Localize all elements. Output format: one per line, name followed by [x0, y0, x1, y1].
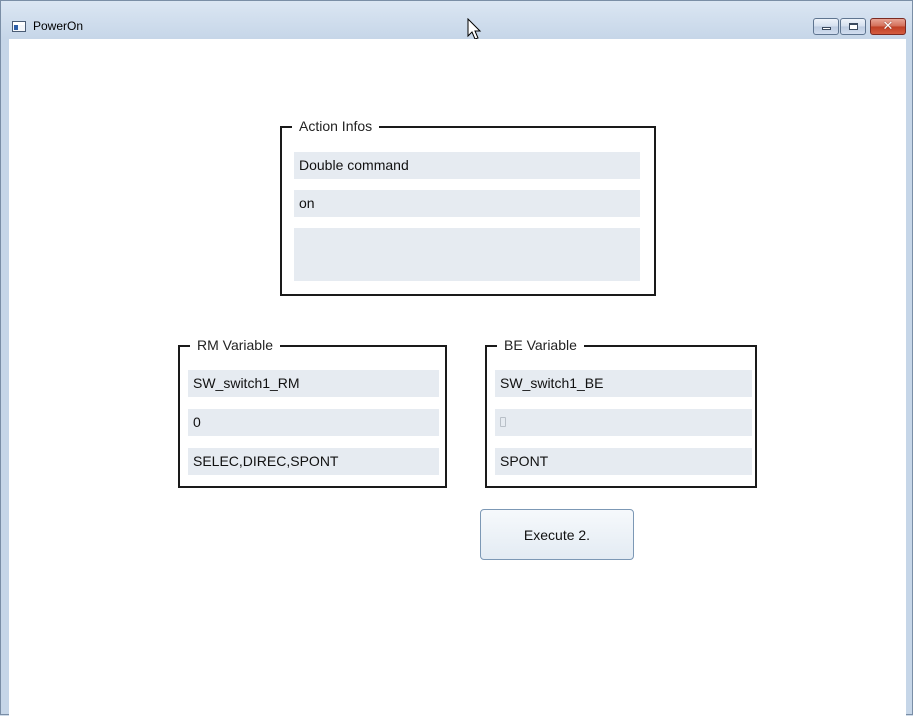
- caption-buttons: ✕: [812, 18, 906, 35]
- app-icon[interactable]: [12, 21, 26, 32]
- poweron-window: PowerOn ✕ Action Infos Double command on: [0, 0, 913, 716]
- execute-button[interactable]: Execute 2.: [480, 509, 634, 560]
- rm-variable-value-field: 0: [188, 409, 439, 436]
- rm-variable-label: RM Variable: [190, 336, 280, 354]
- be-variable-cause-field: SPONT: [495, 448, 752, 475]
- action-value-field: on: [294, 190, 640, 217]
- be-variable-value-field: [495, 409, 752, 436]
- rm-variable-group: RM Variable SW_switch1_RM 0 SELEC,DIREC,…: [178, 336, 447, 488]
- action-info-empty-field: [294, 228, 640, 281]
- be-variable-name-field: SW_switch1_BE: [495, 370, 752, 397]
- minimize-icon: [822, 27, 831, 30]
- maximize-icon: [849, 23, 858, 30]
- close-button[interactable]: ✕: [870, 18, 906, 35]
- client-area: Action Infos Double command on RM Variab…: [9, 39, 906, 716]
- action-type-field: Double command: [294, 152, 640, 179]
- maximize-button[interactable]: [840, 18, 866, 35]
- window-title: PowerOn: [33, 19, 84, 33]
- empty-value-glyph-icon: [500, 417, 506, 428]
- rm-variable-name-field: SW_switch1_RM: [188, 370, 439, 397]
- rm-variable-cause-field: SELEC,DIREC,SPONT: [188, 448, 439, 475]
- be-variable-label: BE Variable: [497, 336, 584, 354]
- title-bar[interactable]: PowerOn ✕: [1, 1, 912, 40]
- close-icon: ✕: [882, 18, 894, 33]
- minimize-button[interactable]: [813, 18, 839, 35]
- action-infos-group: Action Infos Double command on: [280, 117, 656, 296]
- be-variable-group: BE Variable SW_switch1_BE SPONT: [485, 336, 757, 488]
- action-infos-label: Action Infos: [292, 117, 380, 135]
